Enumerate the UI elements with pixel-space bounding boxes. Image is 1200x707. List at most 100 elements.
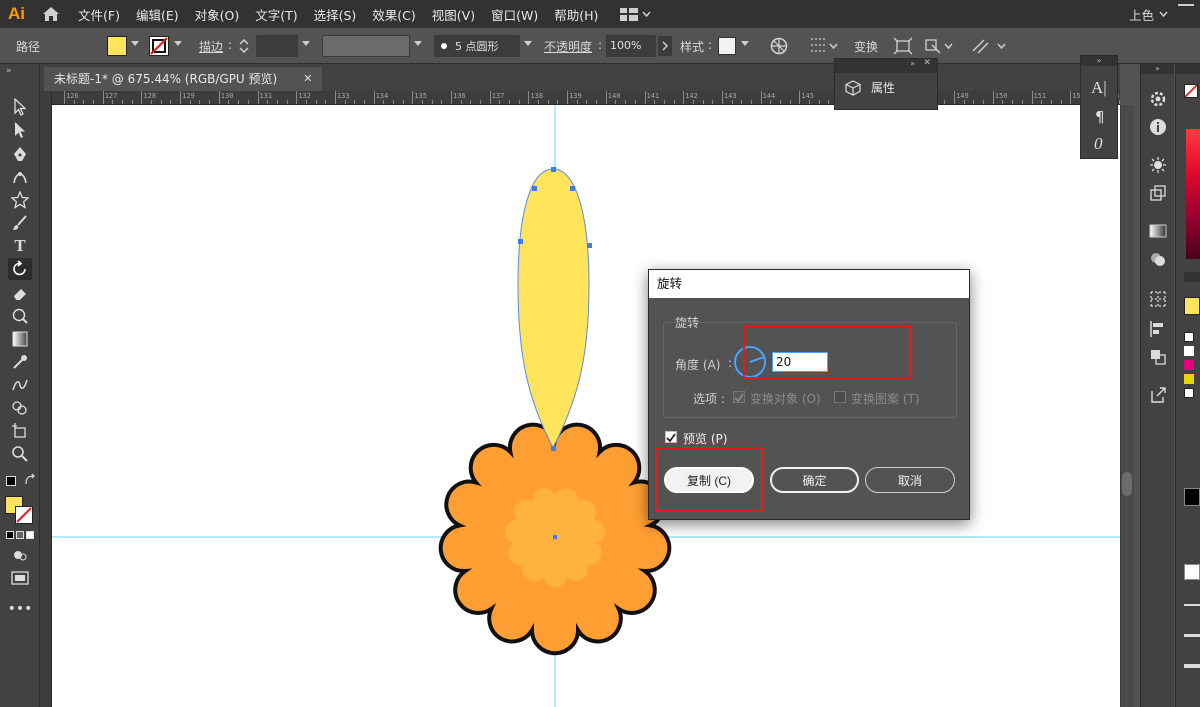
chevron-down-icon[interactable] xyxy=(1159,11,1168,17)
gradient-panel-icon[interactable] xyxy=(1149,224,1167,241)
draw-mode-icon[interactable] xyxy=(8,544,32,566)
document-tab[interactable]: 未标题-1* @ 675.44% (RGB/GPU 预览) ✕ xyxy=(44,67,323,91)
zoom-tool-icon[interactable] xyxy=(8,443,32,465)
star-tool-icon[interactable] xyxy=(8,189,32,211)
warp-tool-icon[interactable] xyxy=(8,305,32,327)
menu-file[interactable]: 文件(F) xyxy=(78,5,120,24)
menu-edit[interactable]: 编辑(E) xyxy=(136,5,179,24)
transform-objects-checkbox[interactable] xyxy=(733,391,745,403)
opentype-panel-icon[interactable]: 0 xyxy=(1094,134,1103,154)
export-icon[interactable] xyxy=(1149,386,1167,407)
character-panel-icon[interactable]: A| xyxy=(1091,78,1107,98)
swatch-group-icon[interactable] xyxy=(1184,388,1194,398)
direct-selection-tool-icon[interactable] xyxy=(8,119,32,141)
artboard-tool-icon[interactable] xyxy=(8,420,32,442)
chevron-down-icon[interactable] xyxy=(302,41,310,46)
recolor-icon[interactable] xyxy=(770,37,788,58)
eraser-tool-icon[interactable] xyxy=(8,282,32,304)
close-icon[interactable]: ✕ xyxy=(923,58,931,68)
paintbrush-tool-icon[interactable] xyxy=(8,212,32,234)
screen-mode-icon[interactable] xyxy=(8,567,32,589)
properties-panel-icon[interactable] xyxy=(1149,90,1167,111)
swatch-white[interactable] xyxy=(1184,346,1194,356)
collapse-arrows-icon[interactable]: » xyxy=(1141,64,1174,74)
cancel-button[interactable]: 取消 xyxy=(865,467,955,493)
fill-color-icon[interactable] xyxy=(1184,297,1200,315)
menu-select[interactable]: 选择(S) xyxy=(314,5,357,24)
symbols-panel-icon[interactable] xyxy=(1149,184,1167,205)
close-icon[interactable]: ✕ xyxy=(303,67,312,91)
menu-effect[interactable]: 效果(C) xyxy=(372,5,415,24)
minimize-icon[interactable] xyxy=(1178,4,1194,6)
pen-tool-icon[interactable] xyxy=(8,143,32,165)
align-panel-icon[interactable] xyxy=(1149,290,1167,311)
color-mode-icons[interactable] xyxy=(6,531,34,539)
more-tools-icon[interactable]: ••• xyxy=(8,598,33,620)
ok-button[interactable]: 确定 xyxy=(770,467,859,493)
blend-tool-icon[interactable] xyxy=(8,374,32,396)
gradient-tool-icon[interactable] xyxy=(8,328,32,350)
collapse-arrows-icon[interactable]: » xyxy=(910,59,915,68)
collapse-arrows-icon[interactable]: » xyxy=(6,66,12,76)
stroke-black-swatch[interactable] xyxy=(1184,488,1200,506)
home-icon[interactable] xyxy=(40,5,62,23)
properties-panel-tab[interactable]: 属性 xyxy=(845,79,895,96)
menu-help[interactable]: 帮助(H) xyxy=(554,5,598,24)
brush-preview[interactable] xyxy=(1184,564,1200,580)
transform-bounds-icon[interactable] xyxy=(893,37,913,58)
menu-window[interactable]: 窗口(W) xyxy=(491,5,538,24)
brush-definition-field[interactable]: 5 点圆形 xyxy=(434,35,520,57)
collapse-arrows-icon[interactable]: » xyxy=(1081,56,1117,66)
fill-swatch[interactable] xyxy=(107,36,127,56)
pathfinder-panel-icon[interactable] xyxy=(1149,348,1167,369)
chevron-down-icon[interactable] xyxy=(741,41,749,46)
align-left-icon[interactable] xyxy=(1149,320,1167,341)
opacity-label[interactable]: 不透明度 xyxy=(544,38,592,55)
color-spectrum[interactable] xyxy=(1186,129,1200,259)
puppet-warp-icon[interactable] xyxy=(970,37,1008,58)
selection-tool-icon[interactable] xyxy=(8,96,32,118)
type-tool-icon[interactable]: T xyxy=(8,235,32,257)
horizontal-ruler[interactable]: 126 127 128 129 130 131 132 133 134 135 136 137 138 1… xyxy=(52,91,1120,105)
swatch-yellow[interactable] xyxy=(1184,374,1194,384)
scrollbar-thumb[interactable] xyxy=(1122,472,1132,496)
eyedropper-tool-icon[interactable] xyxy=(8,351,32,373)
shape-builder-tool-icon[interactable] xyxy=(8,397,32,419)
chevron-down-icon[interactable] xyxy=(174,41,182,46)
sun-icon[interactable] xyxy=(1149,156,1167,177)
chevron-down-icon[interactable] xyxy=(131,41,139,46)
none-color-icon[interactable] xyxy=(1184,84,1198,98)
transparency-panel-icon[interactable] xyxy=(1149,250,1167,271)
stroke-swatch[interactable] xyxy=(149,36,169,56)
variable-width-profile[interactable] xyxy=(322,35,410,57)
vertical-scrollbar[interactable] xyxy=(1120,105,1134,707)
default-colors-icon[interactable] xyxy=(6,476,16,486)
info-icon[interactable] xyxy=(1149,118,1167,139)
stroke-label[interactable]: 描边 xyxy=(199,38,223,55)
transform-patterns-checkbox[interactable] xyxy=(834,391,846,403)
stroke-weight-field[interactable] xyxy=(256,35,298,57)
menu-view[interactable]: 视图(V) xyxy=(432,5,475,24)
vertical-ruler[interactable] xyxy=(40,91,52,707)
menu-type[interactable]: 文字(T) xyxy=(255,5,297,24)
rotate-tool-icon[interactable] xyxy=(8,258,32,280)
curvature-tool-icon[interactable] xyxy=(8,166,32,188)
paragraph-panel-icon[interactable]: ¶ xyxy=(1095,108,1105,126)
swap-colors-icon[interactable] xyxy=(24,473,36,489)
opacity-field[interactable]: 100% xyxy=(606,35,656,57)
swatch-none[interactable] xyxy=(1184,332,1194,342)
isolate-icon[interactable] xyxy=(924,37,954,58)
stroke-weight-stepper[interactable] xyxy=(238,37,252,55)
preview-checkbox[interactable] xyxy=(665,431,677,443)
transform-link[interactable]: 变换 xyxy=(854,38,878,55)
stroke-color-icon[interactable] xyxy=(15,506,33,524)
chevron-down-icon[interactable] xyxy=(524,41,532,46)
layout-grid-icon[interactable] xyxy=(620,7,651,21)
graphic-style-swatch[interactable] xyxy=(718,37,736,55)
chevron-right-icon[interactable] xyxy=(658,36,672,56)
swatch-magenta[interactable] xyxy=(1184,360,1194,370)
menu-object[interactable]: 对象(O) xyxy=(195,5,240,24)
workspace-switcher[interactable]: 上色 xyxy=(1129,5,1154,24)
align-grid-icon[interactable] xyxy=(810,37,838,58)
chevron-down-icon[interactable] xyxy=(414,41,422,46)
